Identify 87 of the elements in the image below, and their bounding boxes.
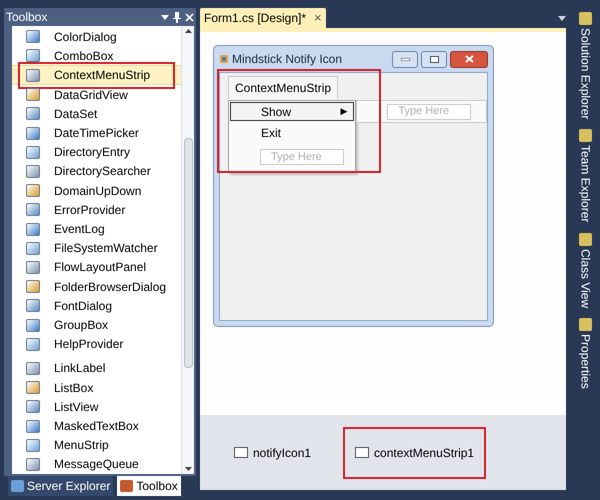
scroll-up-icon[interactable] — [184, 29, 192, 33]
minimize-button[interactable] — [392, 50, 418, 68]
component-icon — [26, 458, 40, 471]
maximize-icon — [430, 56, 438, 62]
toolbox-item[interactable]: GroupBox — [12, 315, 181, 335]
tab-title: Form1.cs [Design]* — [204, 10, 306, 27]
scroll-thumb[interactable] — [184, 138, 192, 368]
toolbox-item[interactable]: ListView — [12, 397, 181, 416]
app-icon — [219, 54, 229, 64]
menu-strip-tab[interactable]: ContextMenuStrip — [228, 76, 338, 99]
toolbox-item[interactable]: DirectorySearcher — [12, 162, 181, 182]
component-icon — [26, 146, 40, 159]
dropdown-icon[interactable] — [558, 16, 566, 21]
server-icon — [11, 480, 24, 492]
component-icon — [26, 68, 40, 82]
panel-title: Toolbox — [6, 9, 48, 26]
type-here-field[interactable]: Type Here — [387, 104, 472, 120]
toolbox-item[interactable]: FlowLayoutPanel — [12, 258, 181, 278]
panel-icon — [579, 129, 592, 142]
component-icon — [355, 447, 370, 458]
toolbox-item[interactable]: ListBox — [12, 378, 181, 398]
toolbox-item[interactable]: DataGridView — [12, 85, 181, 104]
panel-icon — [579, 12, 592, 25]
toolbox-item[interactable]: MessageQueue — [12, 454, 181, 474]
toolbox-item[interactable]: HelpProvider — [12, 334, 181, 354]
side-tab[interactable]: Team Explorer — [575, 129, 596, 223]
toolbox-item[interactable]: FontDialog — [12, 296, 181, 316]
submenu-arrow-icon: ▶ — [340, 104, 348, 118]
toolbox-item[interactable]: LinkLabel — [12, 358, 181, 378]
toolbox-item[interactable]: MaskedTextBox — [12, 416, 181, 436]
close-button[interactable] — [450, 50, 488, 68]
component-icon — [26, 400, 40, 414]
minimize-icon — [400, 58, 410, 60]
component-icon — [26, 299, 40, 312]
toolbox-item[interactable]: DirectoryEntry — [12, 142, 181, 162]
panel-icon — [579, 232, 592, 246]
pin-icon[interactable] — [173, 12, 181, 22]
component-icon — [26, 30, 40, 44]
component-icon — [26, 318, 40, 332]
component-icon — [26, 438, 40, 452]
dropdown-icon[interactable] — [161, 14, 169, 20]
tools-icon — [120, 480, 134, 492]
component-icon — [26, 88, 40, 102]
toolbox-item[interactable]: FolderBrowserDialog — [12, 277, 181, 296]
component-icon — [26, 203, 40, 216]
component-icon — [26, 184, 40, 198]
component-icon — [26, 362, 40, 375]
toolbox-item[interactable]: ErrorProvider — [12, 200, 181, 220]
component-icon — [26, 381, 40, 394]
document-tab[interactable]: Form1.cs [Design]* × — [200, 8, 326, 28]
component-icon — [26, 420, 40, 433]
maximize-button[interactable] — [421, 50, 447, 68]
toolbox-item[interactable]: MenuStrip — [12, 436, 181, 455]
component-icon — [26, 107, 40, 120]
component-icon — [26, 164, 40, 178]
component-icon — [26, 280, 40, 294]
component-icon — [26, 222, 40, 236]
menu-item[interactable]: Show ▶ — [230, 102, 354, 121]
panel-tab[interactable]: Server Explorer — [8, 476, 114, 496]
component-icon — [26, 49, 40, 62]
type-here-field[interactable]: Type Here — [260, 149, 344, 166]
close-icon[interactable] — [185, 12, 194, 22]
toolbox-item[interactable]: FileSystemWatcher — [12, 238, 181, 258]
component-icon — [26, 126, 40, 140]
component-icon — [26, 338, 40, 351]
menu-item[interactable]: Exit — [230, 123, 354, 142]
panel-icon — [579, 318, 592, 331]
side-tab[interactable]: Properties — [575, 318, 596, 389]
component-icon — [234, 447, 248, 458]
panel-tab[interactable]: Toolbox — [117, 476, 181, 496]
form-title: Mindstick Notify Icon — [232, 51, 344, 68]
toolbox-item[interactable]: DateTimePicker — [12, 123, 181, 143]
toolbox-item[interactable]: ComboBox — [12, 46, 181, 66]
scroll-down-icon[interactable] — [184, 467, 192, 471]
toolbox-item[interactable]: DomainUpDown — [12, 181, 181, 200]
close-icon — [464, 55, 474, 63]
toolbox-item[interactable]: DataSet — [12, 104, 181, 124]
side-tab[interactable]: Solution Explorer — [575, 12, 596, 120]
toolbox-item[interactable]: EventLog — [12, 219, 181, 239]
component-icon — [26, 242, 40, 255]
toolbox-item[interactable]: ColorDialog — [12, 27, 181, 46]
tray-component[interactable]: notifyIcon1 — [222, 426, 324, 478]
form-window[interactable]: Mindstick Notify Icon ContextMenuStrip Show ▶ Exit Type Here Type Here — [213, 45, 494, 327]
close-icon[interactable]: × — [314, 8, 322, 28]
side-tab[interactable]: Class View — [575, 232, 596, 308]
component-icon — [26, 260, 40, 274]
tray-component[interactable]: contextMenuStrip1 — [343, 426, 486, 478]
